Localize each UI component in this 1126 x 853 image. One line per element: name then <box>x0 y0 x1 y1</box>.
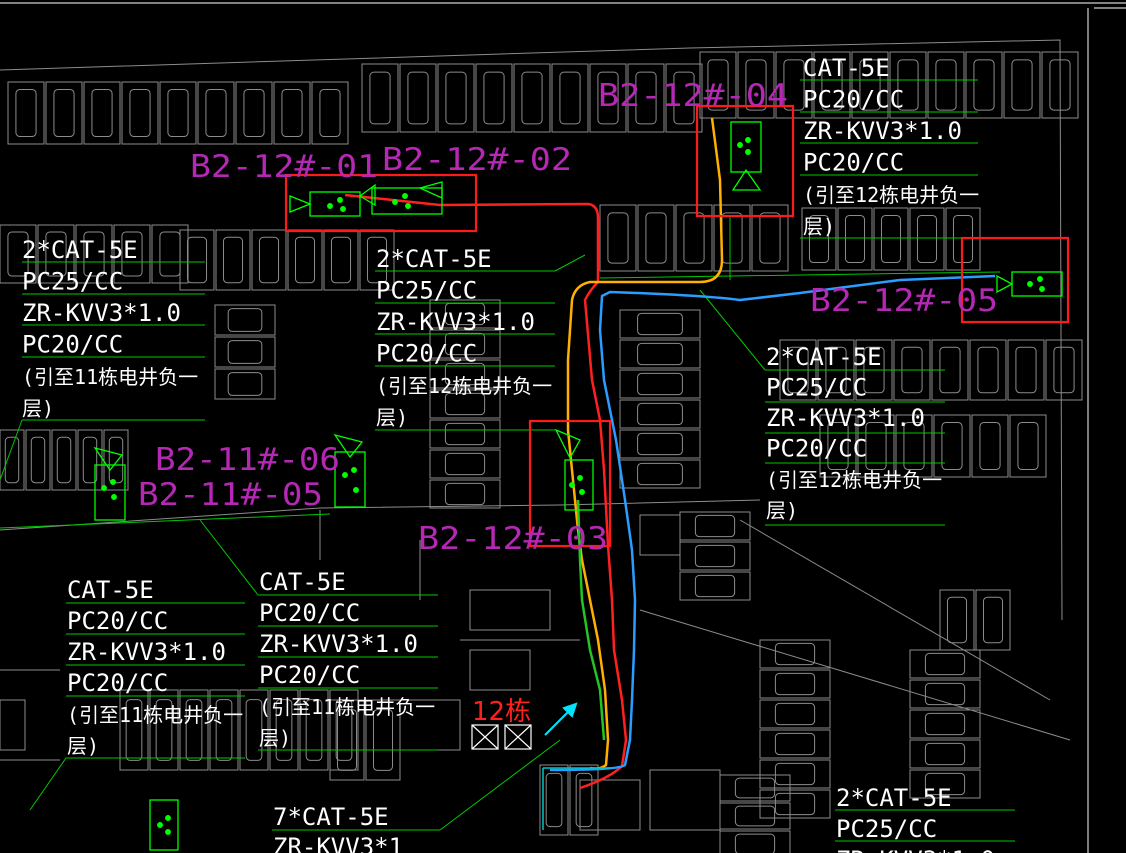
annotation-line: 7*CAT-5E <box>273 803 389 831</box>
annotation-line: PC20/CC <box>766 435 867 463</box>
annotation-line: ZR-KVV3*1.0 <box>259 630 418 658</box>
cad-drawing-canvas[interactable]: B2-12#-01 B2-12#-02 B2-12#-04 B2-12#-05 … <box>0 0 1126 853</box>
annotation-line: (引至11栋电井负一 <box>22 365 198 389</box>
annotation-line: 层) <box>259 726 291 750</box>
device-label: B2-12#-02 <box>382 142 572 178</box>
annotation-line: (引至12栋电井负一 <box>766 468 942 492</box>
annotation-line: ZR-KVV3*1.0 <box>376 308 535 336</box>
annotation-line: 2*CAT-5E <box>376 245 492 273</box>
annotation-line: (引至11栋电井负一 <box>259 695 435 719</box>
annotation-line: 层) <box>22 397 54 421</box>
annotation-line: PC25/CC <box>22 268 123 296</box>
annotation-line: CAT-5E <box>803 54 890 82</box>
device-label: B2-12#-05 <box>810 283 998 319</box>
annotation-line: ZR-KVV3*1.0 <box>67 638 226 666</box>
annotation-line: PC20/CC <box>22 331 123 359</box>
annotation-line: (引至12栋电井负一 <box>376 374 552 398</box>
annotation-line: 层) <box>67 734 99 758</box>
device-label: B2-12#-03 <box>418 521 608 557</box>
annotation-line: PC20/CC <box>67 607 168 635</box>
device-label: B2-11#-05 <box>138 477 323 513</box>
annotation-line: PC20/CC <box>803 86 904 114</box>
annotation-line: 层) <box>766 499 798 523</box>
annotation-line: (引至12栋电井负一 <box>803 183 979 207</box>
device-label: B2-12#-01 <box>190 149 378 185</box>
annotation-line: PC25/CC <box>376 277 477 305</box>
annotation-line: 层) <box>803 215 835 239</box>
annotation-line: (引至11栋电井负一 <box>67 703 243 727</box>
annotation-line: PC20/CC <box>259 661 360 689</box>
annotation-line: PC20/CC <box>67 669 168 697</box>
annotation-line: PC20/CC <box>803 149 904 177</box>
annotation-line: ZR-KVV3*1.0 <box>22 299 181 327</box>
building-label: 12栋 <box>472 697 531 727</box>
annotation-line: 2*CAT-5E <box>22 236 138 264</box>
annotation-line: 层) <box>376 406 408 430</box>
annotation-line: PC25/CC <box>766 374 867 402</box>
annotation-line: 2*CAT-5E <box>766 343 882 371</box>
annotation-line: ZR-KVV3*1 <box>273 833 403 853</box>
device-label: B2-11#-06 <box>155 442 340 478</box>
annotation-line: ZR-KVV3*1.0 <box>766 404 925 432</box>
device-label: B2-12#-04 <box>598 78 788 114</box>
annotation-line: CAT-5E <box>67 576 154 604</box>
annotation-line: ZR-KVV3*1.0 <box>803 117 962 145</box>
annotation-line: ZR-KVV3*1.0 <box>836 846 995 853</box>
annotation-line: 2*CAT-5E <box>836 784 952 812</box>
annotation-line: CAT-5E <box>259 568 346 596</box>
annotation-line: PC20/CC <box>376 340 477 368</box>
annotation-line: PC20/CC <box>259 599 360 627</box>
annotation-line: PC25/CC <box>836 815 937 843</box>
